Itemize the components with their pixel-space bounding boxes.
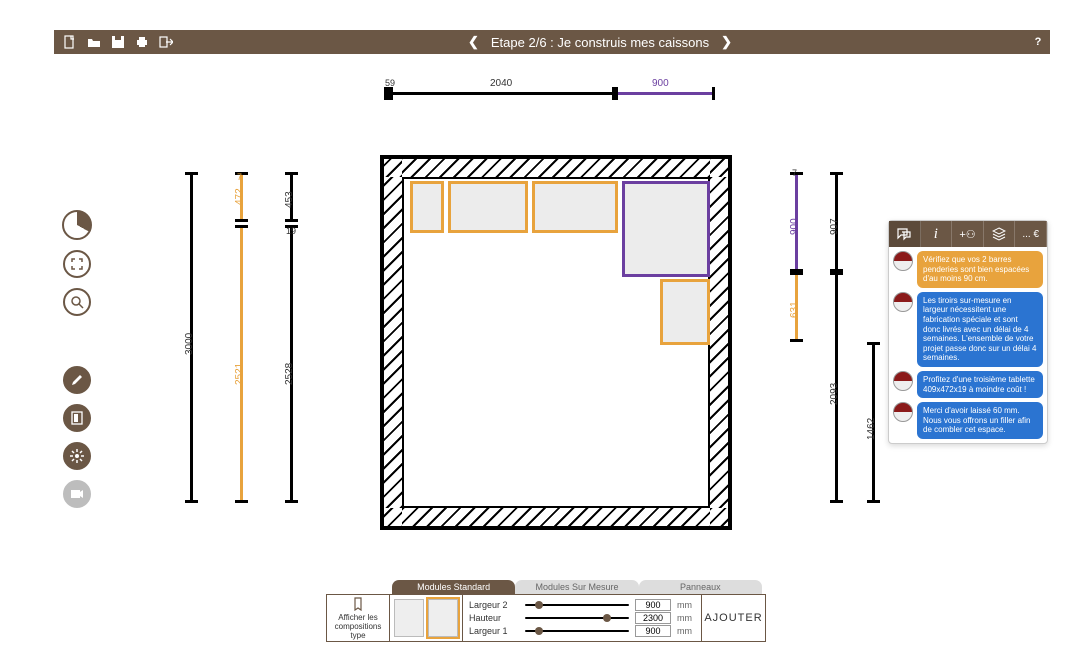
message-bubble: Profitez d'une troisième tablette 409x47… — [917, 371, 1043, 398]
next-step-button[interactable]: ❯ — [721, 34, 732, 50]
tab-panneaux[interactable]: Panneaux — [639, 580, 762, 594]
new-file-icon[interactable] — [62, 34, 78, 50]
tab-modules-mesure[interactable]: Modules Sur Mesure — [515, 580, 638, 594]
dim-right-inner-top: 900 — [789, 218, 800, 235]
message-row: Merci d'avoir laissé 60 mm. Nous vous of… — [893, 402, 1043, 439]
param-label: Largeur 1 — [469, 626, 519, 636]
module-3[interactable] — [532, 181, 618, 233]
assistant-messages: Vérifiez que vos 2 barres penderies sont… — [889, 247, 1047, 443]
zoom-button[interactable] — [63, 288, 91, 316]
module-4[interactable] — [660, 279, 710, 345]
open-folder-icon[interactable] — [86, 34, 102, 50]
dim-right-1462: 1462 — [866, 418, 877, 440]
room-plan — [380, 155, 732, 530]
dim-left-mid-tiny: 7 — [237, 172, 242, 182]
settings-button[interactable] — [63, 442, 91, 470]
dim-left-mid: 2521 — [234, 363, 245, 385]
param-unit: mm — [677, 600, 695, 610]
left-tool-pod — [62, 210, 92, 508]
assistant-tabs: i +⚇ ... € — [889, 221, 1047, 247]
message-row: Profitez d'une troisième tablette 409x47… — [893, 371, 1043, 398]
fullscreen-button[interactable] — [63, 250, 91, 278]
avatar-icon — [893, 251, 913, 271]
message-bubble: Merci d'avoir laissé 60 mm. Nous vous of… — [917, 402, 1043, 439]
exit-icon[interactable] — [158, 34, 174, 50]
thumb-module-2[interactable] — [428, 599, 458, 637]
ruler-top-main — [390, 92, 615, 95]
param-row: Largeur 2 mm — [469, 599, 695, 611]
add-button-label: AJOUTER — [704, 612, 762, 624]
dim-left-inner-tiny: 19 — [286, 226, 296, 236]
step-indicator: ❮ Etape 2/6 : Je construis mes caissons … — [174, 34, 1026, 50]
bookmark-icon — [351, 597, 365, 611]
param-label: Largeur 2 — [469, 600, 519, 610]
param-slider[interactable] — [525, 604, 629, 606]
save-icon[interactable] — [110, 34, 126, 50]
param-row: Hauteur mm — [469, 612, 695, 624]
price-label: ... € — [1022, 229, 1039, 240]
door-tool[interactable] — [63, 404, 91, 432]
tab-layers[interactable] — [984, 221, 1016, 247]
dim-left-outer: 3000 — [184, 333, 195, 355]
tab-add-user[interactable]: +⚇ — [952, 221, 984, 247]
param-label: Hauteur — [469, 613, 519, 623]
param-unit: mm — [677, 613, 695, 623]
step-label: Etape 2/6 : Je construis mes caissons — [491, 35, 709, 50]
dim-left-mid-top: 472 — [234, 188, 245, 205]
param-value-input[interactable] — [635, 599, 671, 611]
tab-price[interactable]: ... € — [1015, 221, 1047, 247]
tab-modules-standard[interactable]: Modules Standard — [392, 580, 515, 594]
module-2[interactable] — [448, 181, 528, 233]
dim-right-2093: 2093 — [829, 383, 840, 405]
show-compositions-label: Afficher les compositions type — [327, 613, 389, 640]
camera-tool[interactable] — [63, 480, 91, 508]
ruler-top-tiny — [384, 92, 390, 95]
print-icon[interactable] — [134, 34, 150, 50]
room-interior[interactable] — [402, 177, 710, 508]
avatar-icon — [893, 292, 913, 312]
param-slider[interactable] — [525, 617, 629, 619]
message-row: Vérifiez que vos 2 barres penderies sont… — [893, 251, 1043, 288]
tab-chat[interactable] — [889, 221, 921, 247]
param-unit: mm — [677, 626, 695, 636]
module-1[interactable] — [410, 181, 444, 233]
prev-step-button[interactable]: ❮ — [468, 34, 479, 50]
dim-right-tiny: 7 — [792, 168, 797, 178]
bottom-panel: Afficher les compositions type Largeur 2… — [326, 594, 766, 642]
thumb-module-1[interactable] — [394, 599, 424, 637]
param-value-input[interactable] — [635, 612, 671, 624]
file-icons — [54, 34, 174, 50]
message-row: Les tiroirs sur-mesure en largeur nécess… — [893, 292, 1043, 367]
dim-left-inner-top: 453 — [284, 191, 295, 208]
help-button[interactable]: ? — [1026, 36, 1050, 48]
add-module-button[interactable]: AJOUTER — [702, 594, 766, 642]
top-toolbar: ❮ Etape 2/6 : Je construis mes caissons … — [54, 30, 1050, 54]
avatar-icon — [893, 402, 913, 422]
ruler-top-right — [615, 92, 715, 95]
module-purple-top[interactable] — [622, 181, 710, 277]
pencil-tool[interactable] — [63, 366, 91, 394]
show-compositions-button[interactable]: Afficher les compositions type — [326, 594, 390, 642]
dim-top-main: 2040 — [490, 78, 512, 89]
avatar-icon — [893, 371, 913, 391]
param-value-input[interactable] — [635, 625, 671, 637]
dim-left-inner: 2528 — [284, 363, 295, 385]
dim-right-907: 907 — [829, 218, 840, 235]
module-params: Largeur 2 mm Hauteur mm Largeur 1 mm — [463, 594, 702, 642]
param-row: Largeur 1 mm — [469, 625, 695, 637]
assistant-panel: i +⚇ ... € Vérifiez que vos 2 barres pen… — [888, 220, 1048, 444]
dim-top-right: 900 — [652, 78, 669, 89]
tab-info[interactable]: i — [921, 221, 953, 247]
message-bubble: Les tiroirs sur-mesure en largeur nécess… — [917, 292, 1043, 367]
dim-right-orange: 631 — [789, 301, 800, 318]
message-bubble: Vérifiez que vos 2 barres penderies sont… — [917, 251, 1043, 288]
module-category-tabs: Modules Standard Modules Sur Mesure Pann… — [392, 580, 762, 594]
param-slider[interactable] — [525, 630, 629, 632]
view-mode-toggle[interactable] — [62, 210, 92, 240]
module-thumbnails — [390, 594, 463, 642]
